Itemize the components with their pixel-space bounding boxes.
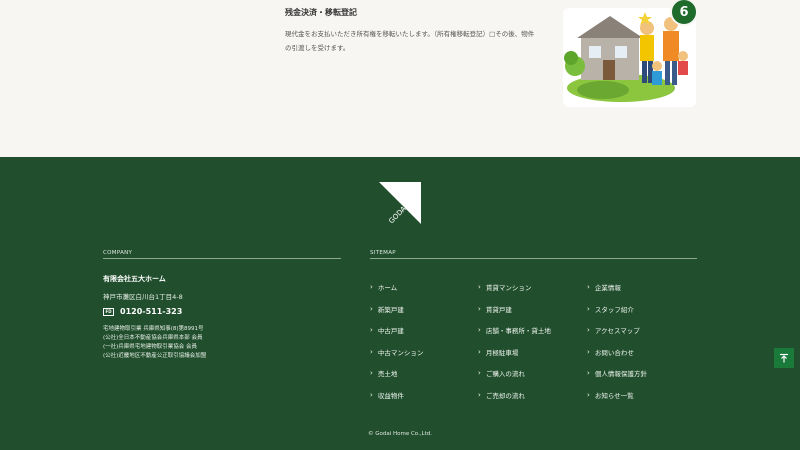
chevron-right-icon: ›: [370, 305, 373, 313]
chevron-right-icon: ›: [370, 369, 373, 377]
phone-number: 0120-511-323: [120, 307, 183, 316]
chevron-right-icon: ›: [478, 391, 481, 399]
step-description: 現代金をお支払いただき所有権を移転いたします。（所有権移転登記）□その後、物件の…: [285, 30, 535, 52]
nav-used-house[interactable]: › 中古戸建: [370, 325, 404, 335]
nav-used-mansion[interactable]: › 中古マンション: [370, 347, 423, 357]
nav-home[interactable]: › ホーム: [370, 282, 397, 292]
step-title: 残金決済・移転登記: [285, 8, 357, 17]
nav-rental-house[interactable]: › 賃貸戸建: [478, 304, 512, 314]
godai-logo[interactable]: GODAI: [379, 182, 421, 225]
chevron-right-icon: ›: [587, 283, 590, 291]
free-dial-icon: FD: [103, 307, 114, 316]
nav-staff[interactable]: › スタッフ紹介: [587, 304, 634, 314]
license-line: (公社)近畿地区不動産公正取引協議会加盟: [103, 353, 207, 359]
nav-contact[interactable]: › お問い合わせ: [587, 347, 634, 357]
chevron-right-icon: ›: [478, 283, 481, 291]
nav-sale-flow[interactable]: › ご売却の流れ: [478, 390, 525, 400]
sitemap-divider: [370, 258, 697, 259]
chevron-right-icon: ›: [587, 305, 590, 313]
back-to-top-button[interactable]: [774, 348, 794, 368]
chevron-right-icon: ›: [587, 369, 590, 377]
chevron-right-icon: ›: [587, 326, 590, 334]
company-address: 神戸市灘区白川台1丁目4-8: [103, 293, 183, 301]
chevron-right-icon: ›: [370, 326, 373, 334]
nav-access-map[interactable]: › アクセスマップ: [587, 325, 640, 335]
chevron-right-icon: ›: [478, 369, 481, 377]
nav-new-house[interactable]: › 新築戸建: [370, 304, 404, 314]
chevron-right-icon: ›: [587, 391, 590, 399]
sitemap-heading: SITEMAP: [370, 250, 396, 256]
nav-parking[interactable]: › 月極駐車場: [478, 347, 518, 357]
nav-land[interactable]: › 売土地: [370, 368, 397, 378]
chevron-right-icon: ›: [478, 305, 481, 313]
nav-investment[interactable]: › 収益物件: [370, 390, 404, 400]
license-line: 宅地建物取引業 兵庫県知事(8)第8991号: [103, 326, 204, 332]
arrow-up-icon: [780, 353, 788, 363]
license-line: (公社)全日本不動産協会兵庫県本部 会員: [103, 335, 203, 341]
chevron-right-icon: ›: [478, 348, 481, 356]
nav-purchase-flow[interactable]: › ご購入の流れ: [478, 368, 525, 378]
company-phone[interactable]: FD 0120-511-323: [103, 307, 182, 316]
chevron-right-icon: ›: [370, 283, 373, 291]
chevron-right-icon: ›: [370, 391, 373, 399]
company-divider: [103, 258, 341, 259]
nav-company-info[interactable]: › 企業情報: [587, 282, 621, 292]
license-line: (一社)兵庫県宅地建物取引業協会 会員: [103, 344, 198, 350]
company-heading: COMPANY: [103, 250, 133, 256]
company-name: 有限会社五大ホーム: [103, 275, 166, 283]
nav-news[interactable]: › お知らせ一覧: [587, 390, 634, 400]
chevron-right-icon: ›: [478, 326, 481, 334]
step-section: 残金決済・移転登記 現代金をお支払いただき所有権を移転いたします。（所有権移転登…: [0, 0, 800, 157]
nav-rental-mansion[interactable]: › 賃貸マンション: [478, 282, 531, 292]
nav-shop-office[interactable]: › 店舗・事務所・貸土地: [478, 325, 551, 335]
license-info: 宅地建物取引業 兵庫県知事(8)第8991号 (公社)全日本不動産協会兵庫県本部…: [103, 325, 206, 361]
copyright: © Godai Home Co.,Ltd.: [367, 431, 433, 437]
chevron-right-icon: ›: [370, 348, 373, 356]
site-footer: GODAI COMPANY SITEMAP 有限会社五大ホーム 神戸市灘区白川台…: [0, 157, 800, 450]
nav-privacy[interactable]: › 個人情報保護方針: [587, 368, 647, 378]
chevron-right-icon: ›: [587, 348, 590, 356]
